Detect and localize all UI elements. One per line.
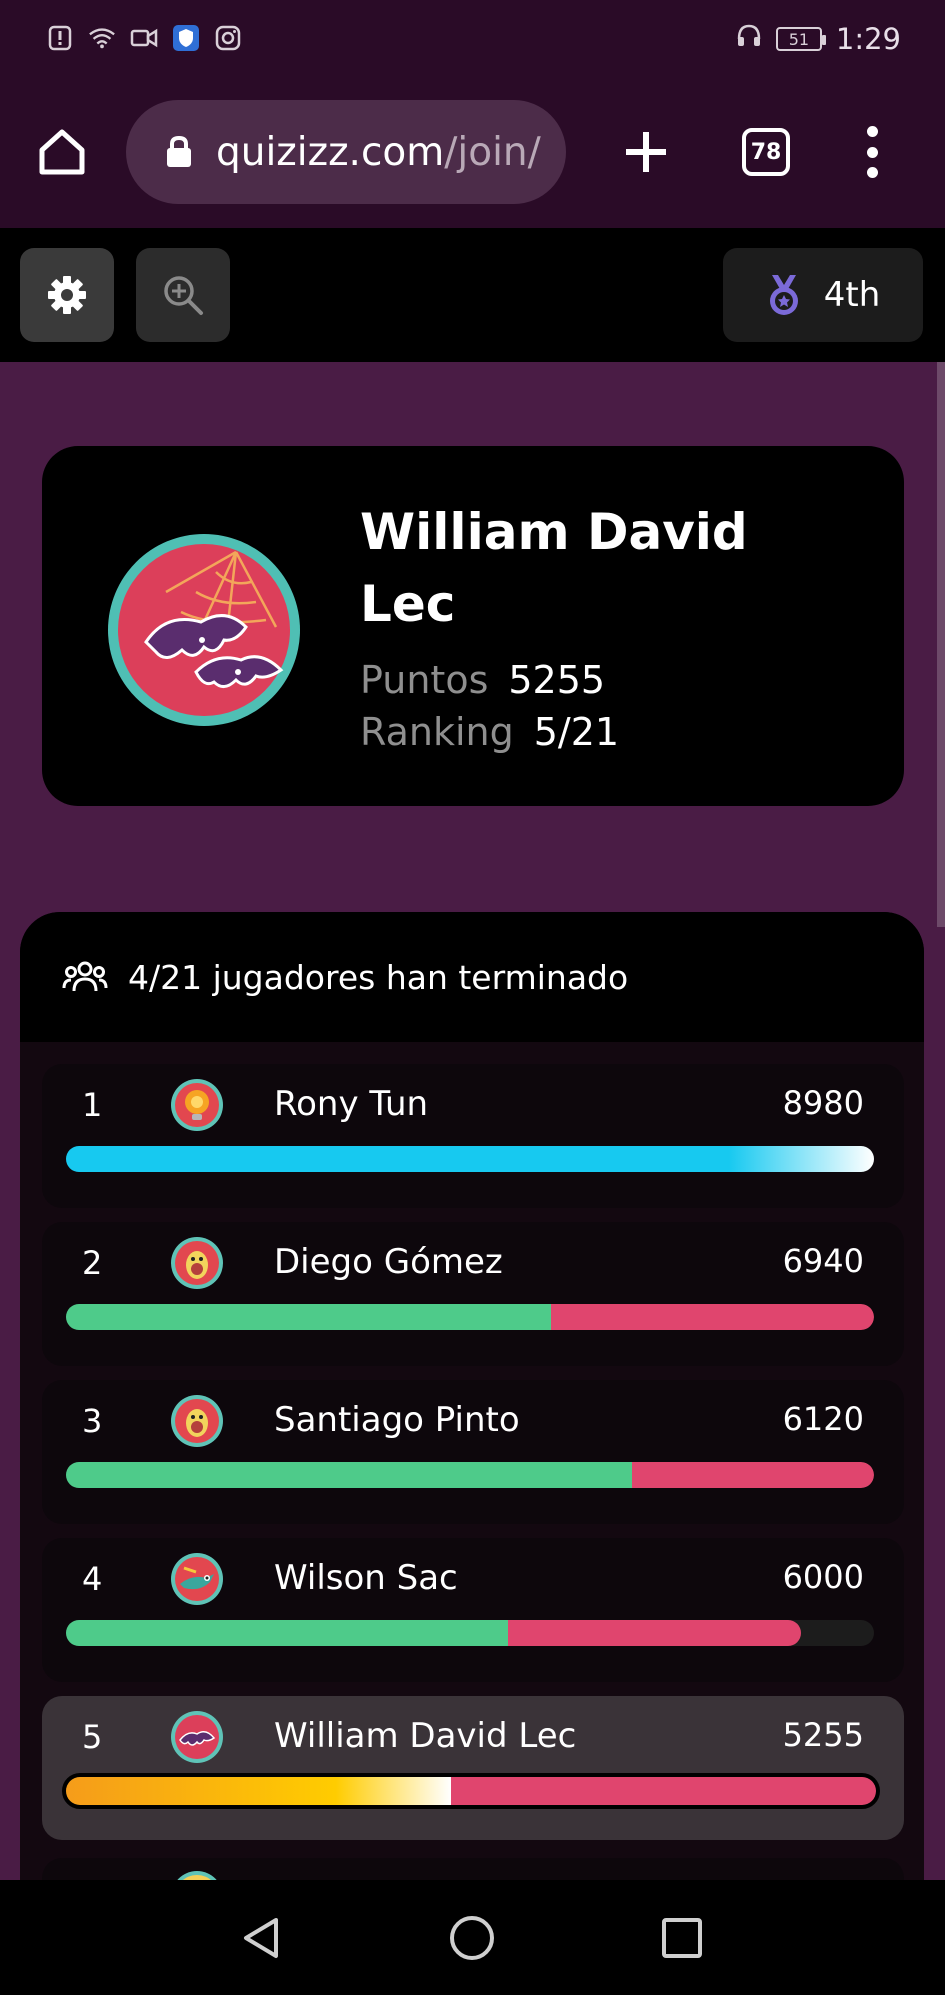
- quiz-toolbar: 4th: [0, 228, 945, 362]
- leaderboard-row-current-player: 5 William David Lec 5255: [42, 1696, 904, 1840]
- player-name: Santiago Pinto: [274, 1400, 520, 1440]
- browser-menu-button[interactable]: [862, 126, 882, 178]
- plus-icon: [626, 132, 666, 172]
- ranking-row: Ranking 5/21: [360, 710, 619, 754]
- page-scrollbar[interactable]: [937, 362, 945, 927]
- leaderboard-header: 4/21 jugadores han terminado: [20, 912, 924, 1042]
- leaderboard[interactable]: 4/21 jugadores han terminado 1 Rony Tun 89…: [20, 912, 924, 1995]
- bat-avatar: [171, 1711, 223, 1763]
- address-bar[interactable]: quizizz.com/join/: [126, 100, 566, 204]
- player-rank: 2: [82, 1244, 103, 1282]
- player-score: 5255: [782, 1716, 864, 1754]
- player-name: Rony Tun: [274, 1084, 429, 1124]
- correct-segment: [66, 1146, 874, 1172]
- incorrect-segment: [631, 1462, 874, 1488]
- menu-dot: [866, 167, 878, 178]
- zoom-in-icon: [164, 276, 203, 315]
- browser-toolbar: quizizz.com/join/ 78: [0, 80, 945, 228]
- accuracy-bar: [66, 1462, 874, 1488]
- player-rank: 3: [82, 1402, 103, 1440]
- player-score: 6000: [782, 1558, 864, 1596]
- player-profile-card: William David Lec Puntos 5255 Ranking 5/21: [42, 446, 904, 806]
- status-icons-right: 51 1:29: [736, 22, 901, 56]
- incorrect-segment: [507, 1620, 802, 1646]
- settings-button[interactable]: [20, 248, 114, 342]
- players-finished-text: 4/21 jugadores han terminado: [128, 957, 629, 997]
- player-rank: 5: [82, 1718, 103, 1756]
- square-recents-icon: [662, 1918, 702, 1958]
- avocado-avatar: [171, 1237, 223, 1289]
- bird-avatar: [171, 1553, 223, 1605]
- headphones-icon: [736, 22, 762, 56]
- player-name: Diego Gómez: [274, 1242, 503, 1282]
- current-rank-badge: 4th: [723, 248, 923, 342]
- correct-segment: [66, 1462, 632, 1488]
- player-name: Wilson Sac: [274, 1558, 458, 1598]
- tab-switcher-button[interactable]: 78: [742, 128, 790, 176]
- player-rank: 1: [82, 1086, 103, 1124]
- back-icon: [244, 1918, 278, 1958]
- points-row: Puntos 5255: [360, 658, 605, 702]
- incorrect-segment: [450, 1777, 876, 1805]
- lightbulb-avatar: [171, 1079, 223, 1131]
- zoom-button[interactable]: [136, 248, 230, 342]
- avocado-avatar: [171, 1395, 223, 1447]
- home-button[interactable]: [36, 126, 88, 178]
- player-name: William David Lec: [274, 1716, 577, 1756]
- instagram-icon: [214, 24, 242, 52]
- status-bar: 51 1:29: [0, 0, 945, 80]
- player-score: 8980: [782, 1084, 864, 1122]
- leaderboard-row: 3 Santiago Pinto 6120: [42, 1380, 904, 1524]
- battery-icon: 51: [775, 27, 826, 51]
- player-rank: 4: [82, 1560, 103, 1598]
- leaderboard-row: 4 Wilson Sac 6000: [42, 1538, 904, 1682]
- incorrect-segment: [550, 1304, 874, 1330]
- users-icon: [62, 961, 108, 992]
- accuracy-bar: [66, 1304, 874, 1330]
- home-icon: [39, 129, 85, 175]
- menu-dot: [866, 126, 878, 137]
- wifi-icon: [88, 24, 116, 52]
- player-score: 6940: [782, 1242, 864, 1280]
- accuracy-bar: [62, 1773, 880, 1809]
- player-name: William David Lec: [360, 503, 748, 633]
- leaderboard-list: 1 Rony Tun 8980 2 Diego Gómez 6940 3 Santiago P…: [20, 1042, 924, 1840]
- back-button[interactable]: [236, 1912, 288, 1964]
- accuracy-bar: [66, 1146, 874, 1172]
- medal-icon: [769, 275, 798, 315]
- clock: 1:29: [835, 22, 901, 56]
- lock-icon: [167, 135, 191, 167]
- ranking-label: Ranking: [360, 710, 514, 754]
- bat-avatar: [108, 534, 300, 726]
- accuracy-bar: [66, 1620, 874, 1646]
- video-call-icon: [130, 24, 158, 52]
- url-text: quizizz.com/join/: [216, 130, 541, 175]
- correct-segment: [66, 1304, 551, 1330]
- gear-icon: [48, 276, 86, 314]
- status-icons-left: [46, 24, 242, 52]
- alert-icon: [46, 24, 74, 52]
- leaderboard-row: 1 Rony Tun 8980: [42, 1064, 904, 1208]
- points-value: 5255: [508, 658, 606, 702]
- url-domain: quizizz.com: [216, 129, 445, 175]
- correct-segment: [66, 1777, 451, 1805]
- current-rank-label: 4th: [823, 275, 881, 315]
- leaderboard-row: 2 Diego Gómez 6940: [42, 1222, 904, 1366]
- correct-segment: [66, 1620, 508, 1646]
- points-label: Puntos: [360, 658, 489, 702]
- recents-button[interactable]: [656, 1912, 708, 1964]
- home-nav-button[interactable]: [446, 1912, 498, 1964]
- circle-home-icon: [450, 1916, 494, 1960]
- url-path: /join/: [444, 129, 541, 175]
- shield-icon: [172, 24, 200, 52]
- player-score: 6120: [782, 1400, 864, 1438]
- menu-dot: [866, 146, 878, 158]
- system-nav-bar: [0, 1880, 945, 1995]
- new-tab-button[interactable]: [620, 126, 672, 178]
- ranking-value: 5/21: [533, 710, 620, 754]
